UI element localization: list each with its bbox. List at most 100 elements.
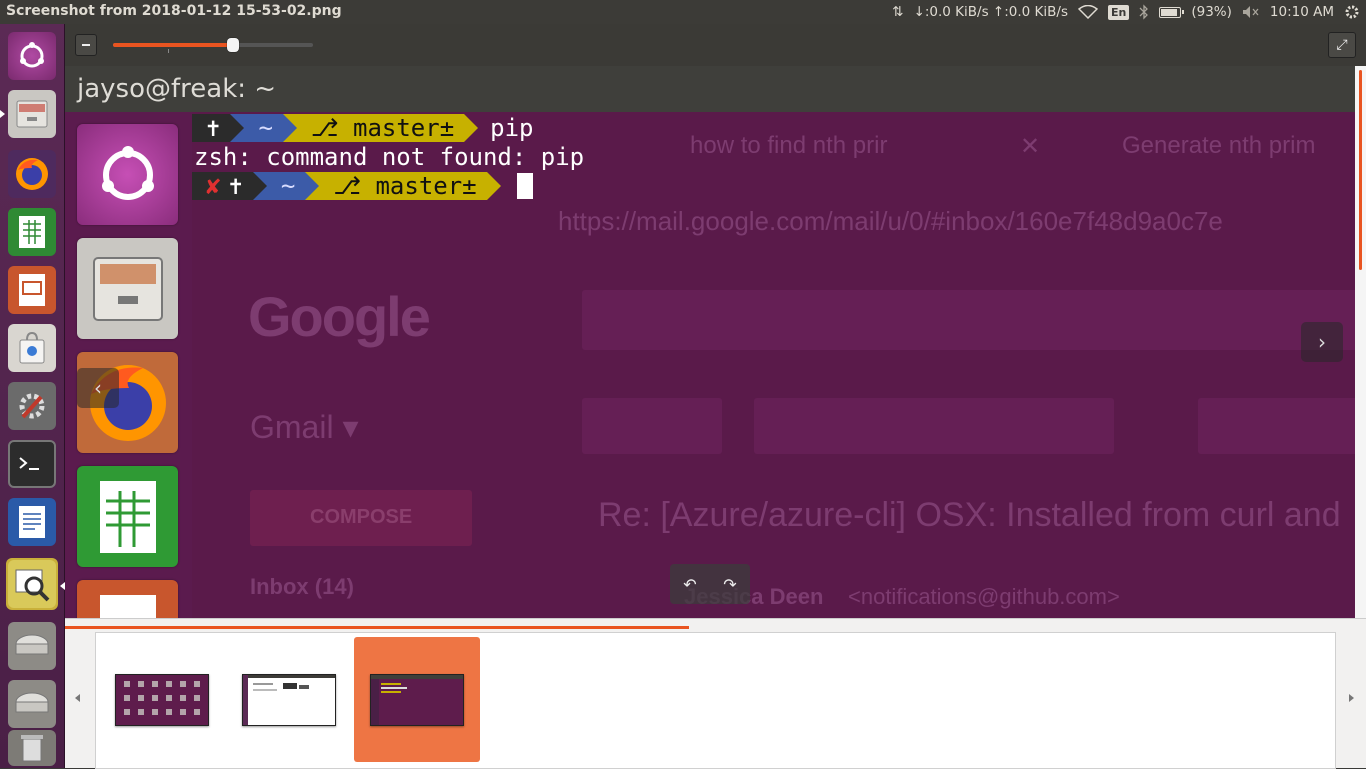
- vertical-scrollbar[interactable]: [1355, 66, 1366, 618]
- zoom-slider-tick: [168, 49, 169, 53]
- shopping-bag-icon: [8, 324, 56, 372]
- battery-percent[interactable]: (93%): [1191, 4, 1232, 20]
- screenshot-content: how to find nth prir ✕ Generate nth prim…: [192, 112, 1355, 618]
- launcher-drive-1[interactable]: [6, 620, 58, 672]
- prompt-git-segment: ⎇ master±: [296, 114, 465, 142]
- terminal-titlebar: jayso@freak: ~: [65, 66, 1355, 112]
- volume-muted-icon[interactable]: [1242, 5, 1260, 19]
- hard-drive-icon: [8, 680, 56, 728]
- thumbnail-3-selected[interactable]: [354, 637, 480, 762]
- rotate-right-button[interactable]: ↷: [723, 575, 736, 594]
- launcher: [0, 24, 65, 768]
- battery-fill: [1161, 8, 1178, 16]
- rotate-controls: ↶ ↷: [670, 564, 750, 604]
- launcher-impress[interactable]: [6, 264, 58, 316]
- chevron-right-icon: ›: [1318, 330, 1326, 354]
- terminal-cursor: [516, 173, 533, 199]
- battery-icon[interactable]: [1159, 6, 1185, 18]
- ghost-inbox: Inbox (14): [250, 574, 354, 599]
- file-cabinet-icon: [77, 238, 178, 339]
- previous-image-button[interactable]: ‹: [77, 368, 119, 408]
- launcher-trash[interactable]: [6, 728, 58, 768]
- prompt-root-segment: ✝: [224, 172, 253, 200]
- launcher-drive-2[interactable]: [6, 678, 58, 730]
- prompt-git-segment: ⎇ master±: [319, 172, 487, 200]
- magnifier-picture-icon: [8, 560, 56, 608]
- spreadsheet-icon: [77, 466, 178, 567]
- zoom-slider[interactable]: [113, 38, 313, 53]
- prompt-dir-segment: ~: [244, 114, 283, 142]
- prompt-arrow: [464, 114, 479, 142]
- prompt-arrow: [486, 172, 501, 200]
- firefox-icon: [8, 150, 56, 198]
- zoom-out-button[interactable]: [75, 34, 97, 56]
- ubuntu-logo-icon: [77, 124, 178, 225]
- trash-icon: [8, 730, 56, 766]
- terminal-icon: [8, 440, 56, 488]
- network-updown-icon[interactable]: ⇅: [892, 4, 903, 20]
- launcher-calc[interactable]: [6, 206, 58, 258]
- thumbnail-gallery: [65, 618, 1366, 769]
- ghost-search-box: [582, 290, 1355, 350]
- wifi-icon[interactable]: [1078, 5, 1098, 19]
- error-message: zsh: command not found: pip: [194, 143, 585, 171]
- launcher-files[interactable]: [6, 88, 58, 140]
- gallery-scroll-indicator: [65, 626, 690, 629]
- ghost-folder-button: [1198, 398, 1355, 454]
- thumbnail-document-image: [242, 673, 336, 726]
- launcher-firefox[interactable]: [6, 148, 58, 200]
- launcher-image-viewer[interactable]: [6, 558, 58, 610]
- bluetooth-icon[interactable]: [1139, 4, 1149, 20]
- clock[interactable]: 10:10 AM: [1270, 4, 1334, 20]
- network-speed[interactable]: ↓:0.0 KiB/s ↑:0.0 KiB/s: [914, 4, 1068, 20]
- displayed-screenshot: jayso@freak: ~ ‹ how to find nth prir ✕ …: [65, 66, 1355, 618]
- prompt-error-segment: ✘: [192, 172, 225, 200]
- typed-command: pip: [490, 114, 534, 142]
- thumbnail-1[interactable]: [99, 637, 225, 762]
- image-display[interactable]: jayso@freak: ~ ‹ how to find nth prir ✕ …: [65, 66, 1366, 618]
- prompt-arrow: [230, 114, 245, 142]
- gallery-scroll-left-icon[interactable]: [75, 694, 80, 702]
- launcher-terminal[interactable]: [6, 438, 58, 490]
- running-indicator: [0, 110, 5, 118]
- zoom-slider-thumb[interactable]: [227, 38, 239, 52]
- top-panel: Screenshot from 2018-01-12 15-53-02.png …: [0, 0, 1366, 24]
- thumbnail-strip: [95, 632, 1336, 769]
- thumbnail-terminal-image: [370, 673, 464, 726]
- spreadsheet-icon: [8, 208, 56, 256]
- settings-gear-icon[interactable]: [1344, 4, 1360, 20]
- ghost-compose-label: COMPOSE: [310, 506, 413, 528]
- launcher-software[interactable]: [6, 322, 58, 374]
- viewer-toolbar: ⤢: [65, 24, 1366, 66]
- fullscreen-icon: ⤢: [1336, 37, 1348, 53]
- prompt-arrow: [252, 172, 267, 200]
- fullscreen-button[interactable]: ⤢: [1328, 32, 1356, 58]
- gallery-scroll-right-icon[interactable]: [1349, 694, 1354, 702]
- zoom-slider-fill: [113, 43, 233, 47]
- ghost-reply-button: [582, 398, 722, 454]
- screenshot-launcher: ‹: [65, 112, 192, 618]
- chevron-left-icon: ‹: [94, 376, 102, 400]
- scrollbar-thumb[interactable]: [1359, 70, 1362, 270]
- launcher-writer[interactable]: [6, 496, 58, 548]
- prompt-root-segment: ✝: [192, 114, 231, 142]
- launcher-dash[interactable]: [6, 30, 58, 82]
- prompt-arrow: [305, 172, 320, 200]
- prompt-arrow: [282, 114, 297, 142]
- rotate-left-button[interactable]: ↶: [683, 575, 696, 594]
- launcher-settings[interactable]: [6, 380, 58, 432]
- keyboard-layout[interactable]: En: [1108, 4, 1130, 20]
- presentation-icon: [8, 266, 56, 314]
- prompt-dir-segment: ~: [266, 172, 306, 200]
- next-image-button[interactable]: ›: [1301, 322, 1343, 362]
- prompt-line-1: ✝ ~ ⎇ master± pip: [192, 114, 534, 142]
- error-line: zsh: command not found: pip: [194, 143, 584, 171]
- ghost-sender-email: <notifications@github.com>: [848, 584, 1120, 609]
- thumbnail-2[interactable]: [226, 637, 352, 762]
- hard-drive-icon: [8, 622, 56, 670]
- terminal-output: ✝ ~ ⎇ master± pip zsh: command not found…: [192, 112, 1355, 212]
- thumbnail-app-grid-image: [115, 673, 209, 726]
- indicator-area: ⇅ ↓:0.0 KiB/s ↑:0.0 KiB/s En (93%) 10:10…: [892, 0, 1360, 24]
- file-cabinet-icon: [8, 90, 56, 138]
- window-title: Screenshot from 2018-01-12 15-53-02.png: [6, 3, 342, 19]
